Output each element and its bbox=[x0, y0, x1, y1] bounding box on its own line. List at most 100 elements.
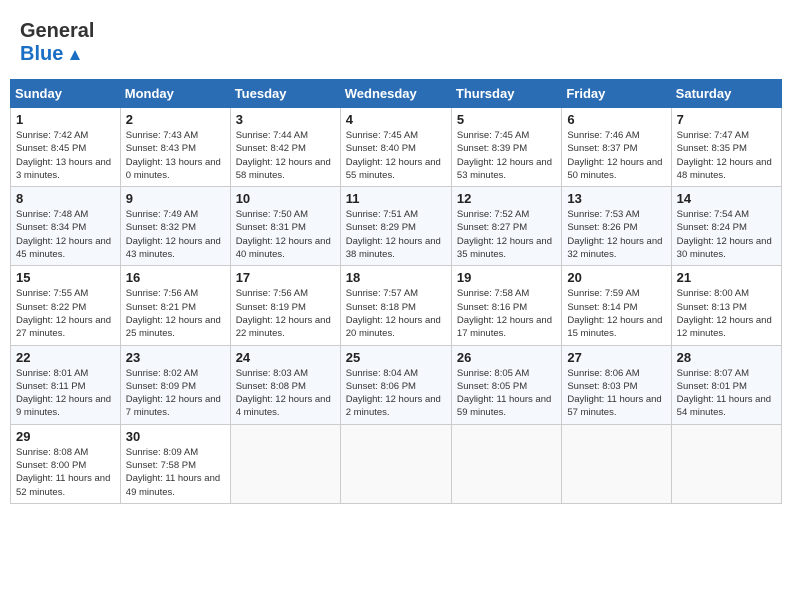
day-info: Sunrise: 8:06 AMSunset: 8:03 PMDaylight:… bbox=[567, 368, 661, 419]
day-number: 25 bbox=[346, 350, 446, 365]
calendar-week-row: 15 Sunrise: 7:55 AMSunset: 8:22 PMDaylig… bbox=[11, 266, 782, 345]
calendar-cell: 12 Sunrise: 7:52 AMSunset: 8:27 PMDaylig… bbox=[451, 187, 561, 266]
day-info: Sunrise: 7:44 AMSunset: 8:42 PMDaylight:… bbox=[236, 130, 331, 181]
day-info: Sunrise: 7:43 AMSunset: 8:43 PMDaylight:… bbox=[126, 130, 221, 181]
day-info: Sunrise: 7:53 AMSunset: 8:26 PMDaylight:… bbox=[567, 209, 662, 260]
day-number: 26 bbox=[457, 350, 556, 365]
day-number: 27 bbox=[567, 350, 665, 365]
day-number: 7 bbox=[677, 112, 776, 127]
calendar-cell: 17 Sunrise: 7:56 AMSunset: 8:19 PMDaylig… bbox=[230, 266, 340, 345]
day-info: Sunrise: 7:59 AMSunset: 8:14 PMDaylight:… bbox=[567, 288, 662, 339]
day-number: 15 bbox=[16, 270, 115, 285]
day-number: 14 bbox=[677, 191, 776, 206]
calendar-cell: 8 Sunrise: 7:48 AMSunset: 8:34 PMDayligh… bbox=[11, 187, 121, 266]
day-number: 24 bbox=[236, 350, 335, 365]
calendar-cell bbox=[230, 424, 340, 503]
day-info: Sunrise: 8:07 AMSunset: 8:01 PMDaylight:… bbox=[677, 368, 771, 419]
day-info: Sunrise: 8:01 AMSunset: 8:11 PMDaylight:… bbox=[16, 368, 111, 419]
day-number: 16 bbox=[126, 270, 225, 285]
day-number: 4 bbox=[346, 112, 446, 127]
day-number: 28 bbox=[677, 350, 776, 365]
day-info: Sunrise: 7:56 AMSunset: 8:19 PMDaylight:… bbox=[236, 288, 331, 339]
calendar-cell: 26 Sunrise: 8:05 AMSunset: 8:05 PMDaylig… bbox=[451, 345, 561, 424]
calendar-cell: 6 Sunrise: 7:46 AMSunset: 8:37 PMDayligh… bbox=[562, 108, 671, 187]
day-info: Sunrise: 8:09 AMSunset: 7:58 PMDaylight:… bbox=[126, 447, 220, 498]
day-info: Sunrise: 8:00 AMSunset: 8:13 PMDaylight:… bbox=[677, 288, 772, 339]
calendar-cell bbox=[562, 424, 671, 503]
calendar-table: SundayMondayTuesdayWednesdayThursdayFrid… bbox=[10, 79, 782, 504]
calendar-cell bbox=[451, 424, 561, 503]
day-number: 3 bbox=[236, 112, 335, 127]
day-number: 21 bbox=[677, 270, 776, 285]
day-info: Sunrise: 7:45 AMSunset: 8:39 PMDaylight:… bbox=[457, 130, 552, 181]
calendar-header-row: SundayMondayTuesdayWednesdayThursdayFrid… bbox=[11, 80, 782, 108]
calendar-cell bbox=[671, 424, 781, 503]
calendar-cell: 25 Sunrise: 8:04 AMSunset: 8:06 PMDaylig… bbox=[340, 345, 451, 424]
calendar-cell: 21 Sunrise: 8:00 AMSunset: 8:13 PMDaylig… bbox=[671, 266, 781, 345]
calendar-cell: 14 Sunrise: 7:54 AMSunset: 8:24 PMDaylig… bbox=[671, 187, 781, 266]
calendar-cell: 22 Sunrise: 8:01 AMSunset: 8:11 PMDaylig… bbox=[11, 345, 121, 424]
day-info: Sunrise: 7:52 AMSunset: 8:27 PMDaylight:… bbox=[457, 209, 552, 260]
day-number: 19 bbox=[457, 270, 556, 285]
day-number: 18 bbox=[346, 270, 446, 285]
calendar-cell: 18 Sunrise: 7:57 AMSunset: 8:18 PMDaylig… bbox=[340, 266, 451, 345]
day-number: 20 bbox=[567, 270, 665, 285]
calendar-cell: 3 Sunrise: 7:44 AMSunset: 8:42 PMDayligh… bbox=[230, 108, 340, 187]
calendar-cell bbox=[340, 424, 451, 503]
calendar-week-row: 1 Sunrise: 7:42 AMSunset: 8:45 PMDayligh… bbox=[11, 108, 782, 187]
day-number: 2 bbox=[126, 112, 225, 127]
day-number: 17 bbox=[236, 270, 335, 285]
calendar-cell: 10 Sunrise: 7:50 AMSunset: 8:31 PMDaylig… bbox=[230, 187, 340, 266]
day-number: 13 bbox=[567, 191, 665, 206]
calendar-header-saturday: Saturday bbox=[671, 80, 781, 108]
day-info: Sunrise: 7:51 AMSunset: 8:29 PMDaylight:… bbox=[346, 209, 441, 260]
calendar-cell: 7 Sunrise: 7:47 AMSunset: 8:35 PMDayligh… bbox=[671, 108, 781, 187]
logo-text-general: General bbox=[20, 20, 94, 43]
calendar-cell: 23 Sunrise: 8:02 AMSunset: 8:09 PMDaylig… bbox=[120, 345, 230, 424]
day-number: 23 bbox=[126, 350, 225, 365]
day-info: Sunrise: 8:05 AMSunset: 8:05 PMDaylight:… bbox=[457, 368, 551, 419]
day-info: Sunrise: 7:49 AMSunset: 8:32 PMDaylight:… bbox=[126, 209, 221, 260]
calendar-week-row: 8 Sunrise: 7:48 AMSunset: 8:34 PMDayligh… bbox=[11, 187, 782, 266]
calendar-header-sunday: Sunday bbox=[11, 80, 121, 108]
day-number: 29 bbox=[16, 429, 115, 444]
day-info: Sunrise: 7:47 AMSunset: 8:35 PMDaylight:… bbox=[677, 130, 772, 181]
calendar-header-friday: Friday bbox=[562, 80, 671, 108]
day-info: Sunrise: 8:08 AMSunset: 8:00 PMDaylight:… bbox=[16, 447, 110, 498]
calendar-cell: 27 Sunrise: 8:06 AMSunset: 8:03 PMDaylig… bbox=[562, 345, 671, 424]
day-number: 30 bbox=[126, 429, 225, 444]
calendar-cell: 24 Sunrise: 8:03 AMSunset: 8:08 PMDaylig… bbox=[230, 345, 340, 424]
day-number: 22 bbox=[16, 350, 115, 365]
calendar-cell: 5 Sunrise: 7:45 AMSunset: 8:39 PMDayligh… bbox=[451, 108, 561, 187]
day-info: Sunrise: 7:54 AMSunset: 8:24 PMDaylight:… bbox=[677, 209, 772, 260]
day-info: Sunrise: 7:46 AMSunset: 8:37 PMDaylight:… bbox=[567, 130, 662, 181]
calendar-header-monday: Monday bbox=[120, 80, 230, 108]
day-info: Sunrise: 7:45 AMSunset: 8:40 PMDaylight:… bbox=[346, 130, 441, 181]
day-number: 9 bbox=[126, 191, 225, 206]
day-info: Sunrise: 7:57 AMSunset: 8:18 PMDaylight:… bbox=[346, 288, 441, 339]
calendar-cell: 11 Sunrise: 7:51 AMSunset: 8:29 PMDaylig… bbox=[340, 187, 451, 266]
calendar-cell: 20 Sunrise: 7:59 AMSunset: 8:14 PMDaylig… bbox=[562, 266, 671, 345]
day-info: Sunrise: 8:02 AMSunset: 8:09 PMDaylight:… bbox=[126, 368, 221, 419]
calendar-cell: 16 Sunrise: 7:56 AMSunset: 8:21 PMDaylig… bbox=[120, 266, 230, 345]
calendar-week-row: 29 Sunrise: 8:08 AMSunset: 8:00 PMDaylig… bbox=[11, 424, 782, 503]
day-info: Sunrise: 8:04 AMSunset: 8:06 PMDaylight:… bbox=[346, 368, 441, 419]
calendar-header-thursday: Thursday bbox=[451, 80, 561, 108]
day-number: 10 bbox=[236, 191, 335, 206]
day-number: 1 bbox=[16, 112, 115, 127]
calendar-cell: 15 Sunrise: 7:55 AMSunset: 8:22 PMDaylig… bbox=[11, 266, 121, 345]
day-number: 11 bbox=[346, 191, 446, 206]
logo: General Blue bbox=[20, 20, 98, 66]
calendar-cell: 30 Sunrise: 8:09 AMSunset: 7:58 PMDaylig… bbox=[120, 424, 230, 503]
day-info: Sunrise: 7:42 AMSunset: 8:45 PMDaylight:… bbox=[16, 130, 111, 181]
calendar-cell: 13 Sunrise: 7:53 AMSunset: 8:26 PMDaylig… bbox=[562, 187, 671, 266]
day-info: Sunrise: 7:48 AMSunset: 8:34 PMDaylight:… bbox=[16, 209, 111, 260]
page-header: General Blue bbox=[10, 10, 782, 71]
calendar-cell: 4 Sunrise: 7:45 AMSunset: 8:40 PMDayligh… bbox=[340, 108, 451, 187]
calendar-header-tuesday: Tuesday bbox=[230, 80, 340, 108]
logo-text-blue: Blue bbox=[20, 43, 94, 66]
calendar-cell: 1 Sunrise: 7:42 AMSunset: 8:45 PMDayligh… bbox=[11, 108, 121, 187]
calendar-cell: 2 Sunrise: 7:43 AMSunset: 8:43 PMDayligh… bbox=[120, 108, 230, 187]
calendar-cell: 19 Sunrise: 7:58 AMSunset: 8:16 PMDaylig… bbox=[451, 266, 561, 345]
day-info: Sunrise: 7:58 AMSunset: 8:16 PMDaylight:… bbox=[457, 288, 552, 339]
